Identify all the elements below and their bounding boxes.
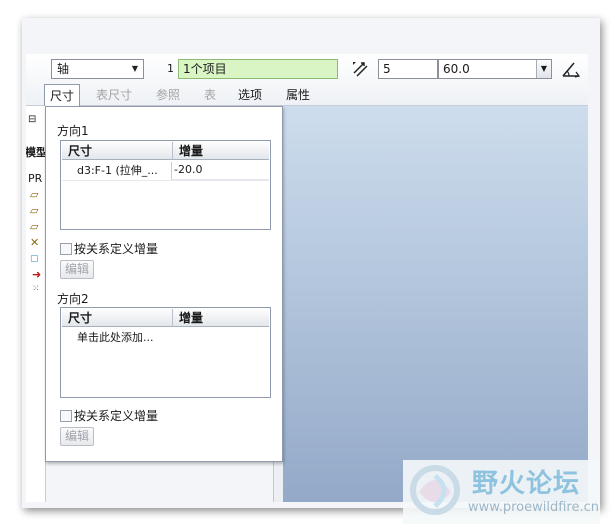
model-tree: ⊟ 模型 PR ▱ ▱ ▱ ✕ ▢ ➜ ⁙ <box>26 106 46 502</box>
tree-root[interactable]: PR <box>28 172 42 185</box>
direction1-label: 方向1 <box>57 124 89 138</box>
dimension-cell[interactable]: d3:F-1 (拉伸_... <box>77 163 158 179</box>
column-header-increment[interactable]: 增量 <box>172 309 271 327</box>
tab-table[interactable]: 表 <box>200 84 220 106</box>
datum-plane-icon[interactable]: ▱ <box>30 188 38 201</box>
tab-references[interactable]: 参照 <box>152 84 184 106</box>
direction1-table[interactable]: 尺寸 增量 d3:F-1 (拉伸_... -20.0 <box>60 140 271 230</box>
extrude-feature-icon[interactable]: ▢ <box>30 254 39 264</box>
coordinate-system-icon[interactable]: ✕ <box>30 236 39 249</box>
direction2-edit-button[interactable]: 编辑 <box>60 427 94 446</box>
table-header: 尺寸 增量 <box>62 309 269 327</box>
tab-options[interactable]: 选项 <box>234 84 266 106</box>
graphics-window[interactable] <box>283 106 588 502</box>
tree-tab-icon[interactable]: ⊟ <box>28 114 36 125</box>
datum-plane-icon[interactable]: ▱ <box>30 204 38 217</box>
tree-header: 模型 <box>26 146 46 159</box>
insert-here-arrow-icon[interactable]: ➜ <box>32 268 41 281</box>
checkbox[interactable] <box>60 242 72 255</box>
member-count-input[interactable]: 5 <box>378 59 438 79</box>
row-divider <box>62 180 269 181</box>
datum-plane-icon[interactable]: ▱ <box>30 220 38 233</box>
member-count-value: 5 <box>383 62 391 76</box>
flip-direction-icon[interactable] <box>350 59 370 79</box>
angle-increment-combo[interactable]: 60.0 ▼ <box>438 59 552 79</box>
direction2-label: 方向2 <box>57 292 89 306</box>
checkbox-label: 按关系定义增量 <box>74 242 159 256</box>
add-item-placeholder[interactable]: 单击此处添加... <box>77 330 154 346</box>
column-header-dimension[interactable]: 尺寸 <box>62 142 172 160</box>
tab-table-dimensions[interactable]: 表尺寸 <box>92 84 136 106</box>
pattern-type-value: 轴 <box>57 62 70 76</box>
checkbox[interactable] <box>60 409 72 422</box>
angle-range-icon[interactable] <box>560 58 582 80</box>
direction1-edit-button[interactable]: 编辑 <box>60 260 94 279</box>
axis-collector[interactable]: 1个项目 <box>178 59 338 79</box>
watermark-logo-icon <box>410 465 460 515</box>
direction2-table[interactable]: 尺寸 增量 单击此处添加... <box>60 307 271 398</box>
dimensions-panel: 方向1 尺寸 增量 d3:F-1 (拉伸_... -20.0 按关系定义增量 编… <box>45 106 283 462</box>
axis-collector-value: 1个项目 <box>183 62 227 76</box>
direction1-relation-option[interactable]: 按关系定义增量 <box>60 240 158 257</box>
tab-properties[interactable]: 属性 <box>282 84 314 106</box>
watermark-url: www.proewildfire.cn <box>468 500 599 515</box>
pattern-type-select[interactable]: 轴 ▼ <box>51 59 144 79</box>
chevron-down-icon[interactable]: ▼ <box>536 60 551 78</box>
checkbox-label: 按关系定义增量 <box>74 409 159 423</box>
column-header-increment[interactable]: 增量 <box>172 142 271 160</box>
tab-dimensions[interactable]: 尺寸 <box>44 84 80 106</box>
watermark-title: 野火论坛 <box>472 469 581 499</box>
chevron-down-icon: ▼ <box>131 64 139 73</box>
pattern-feature-icon[interactable]: ⁙ <box>32 284 40 294</box>
table-header: 尺寸 增量 <box>62 142 269 160</box>
angle-increment-value: 60.0 <box>443 62 470 76</box>
direction2-relation-option[interactable]: 按关系定义增量 <box>60 407 158 424</box>
increment-cell[interactable]: -20.0 <box>171 162 269 180</box>
collector-count: 1 <box>167 62 174 75</box>
column-header-dimension[interactable]: 尺寸 <box>62 309 172 327</box>
